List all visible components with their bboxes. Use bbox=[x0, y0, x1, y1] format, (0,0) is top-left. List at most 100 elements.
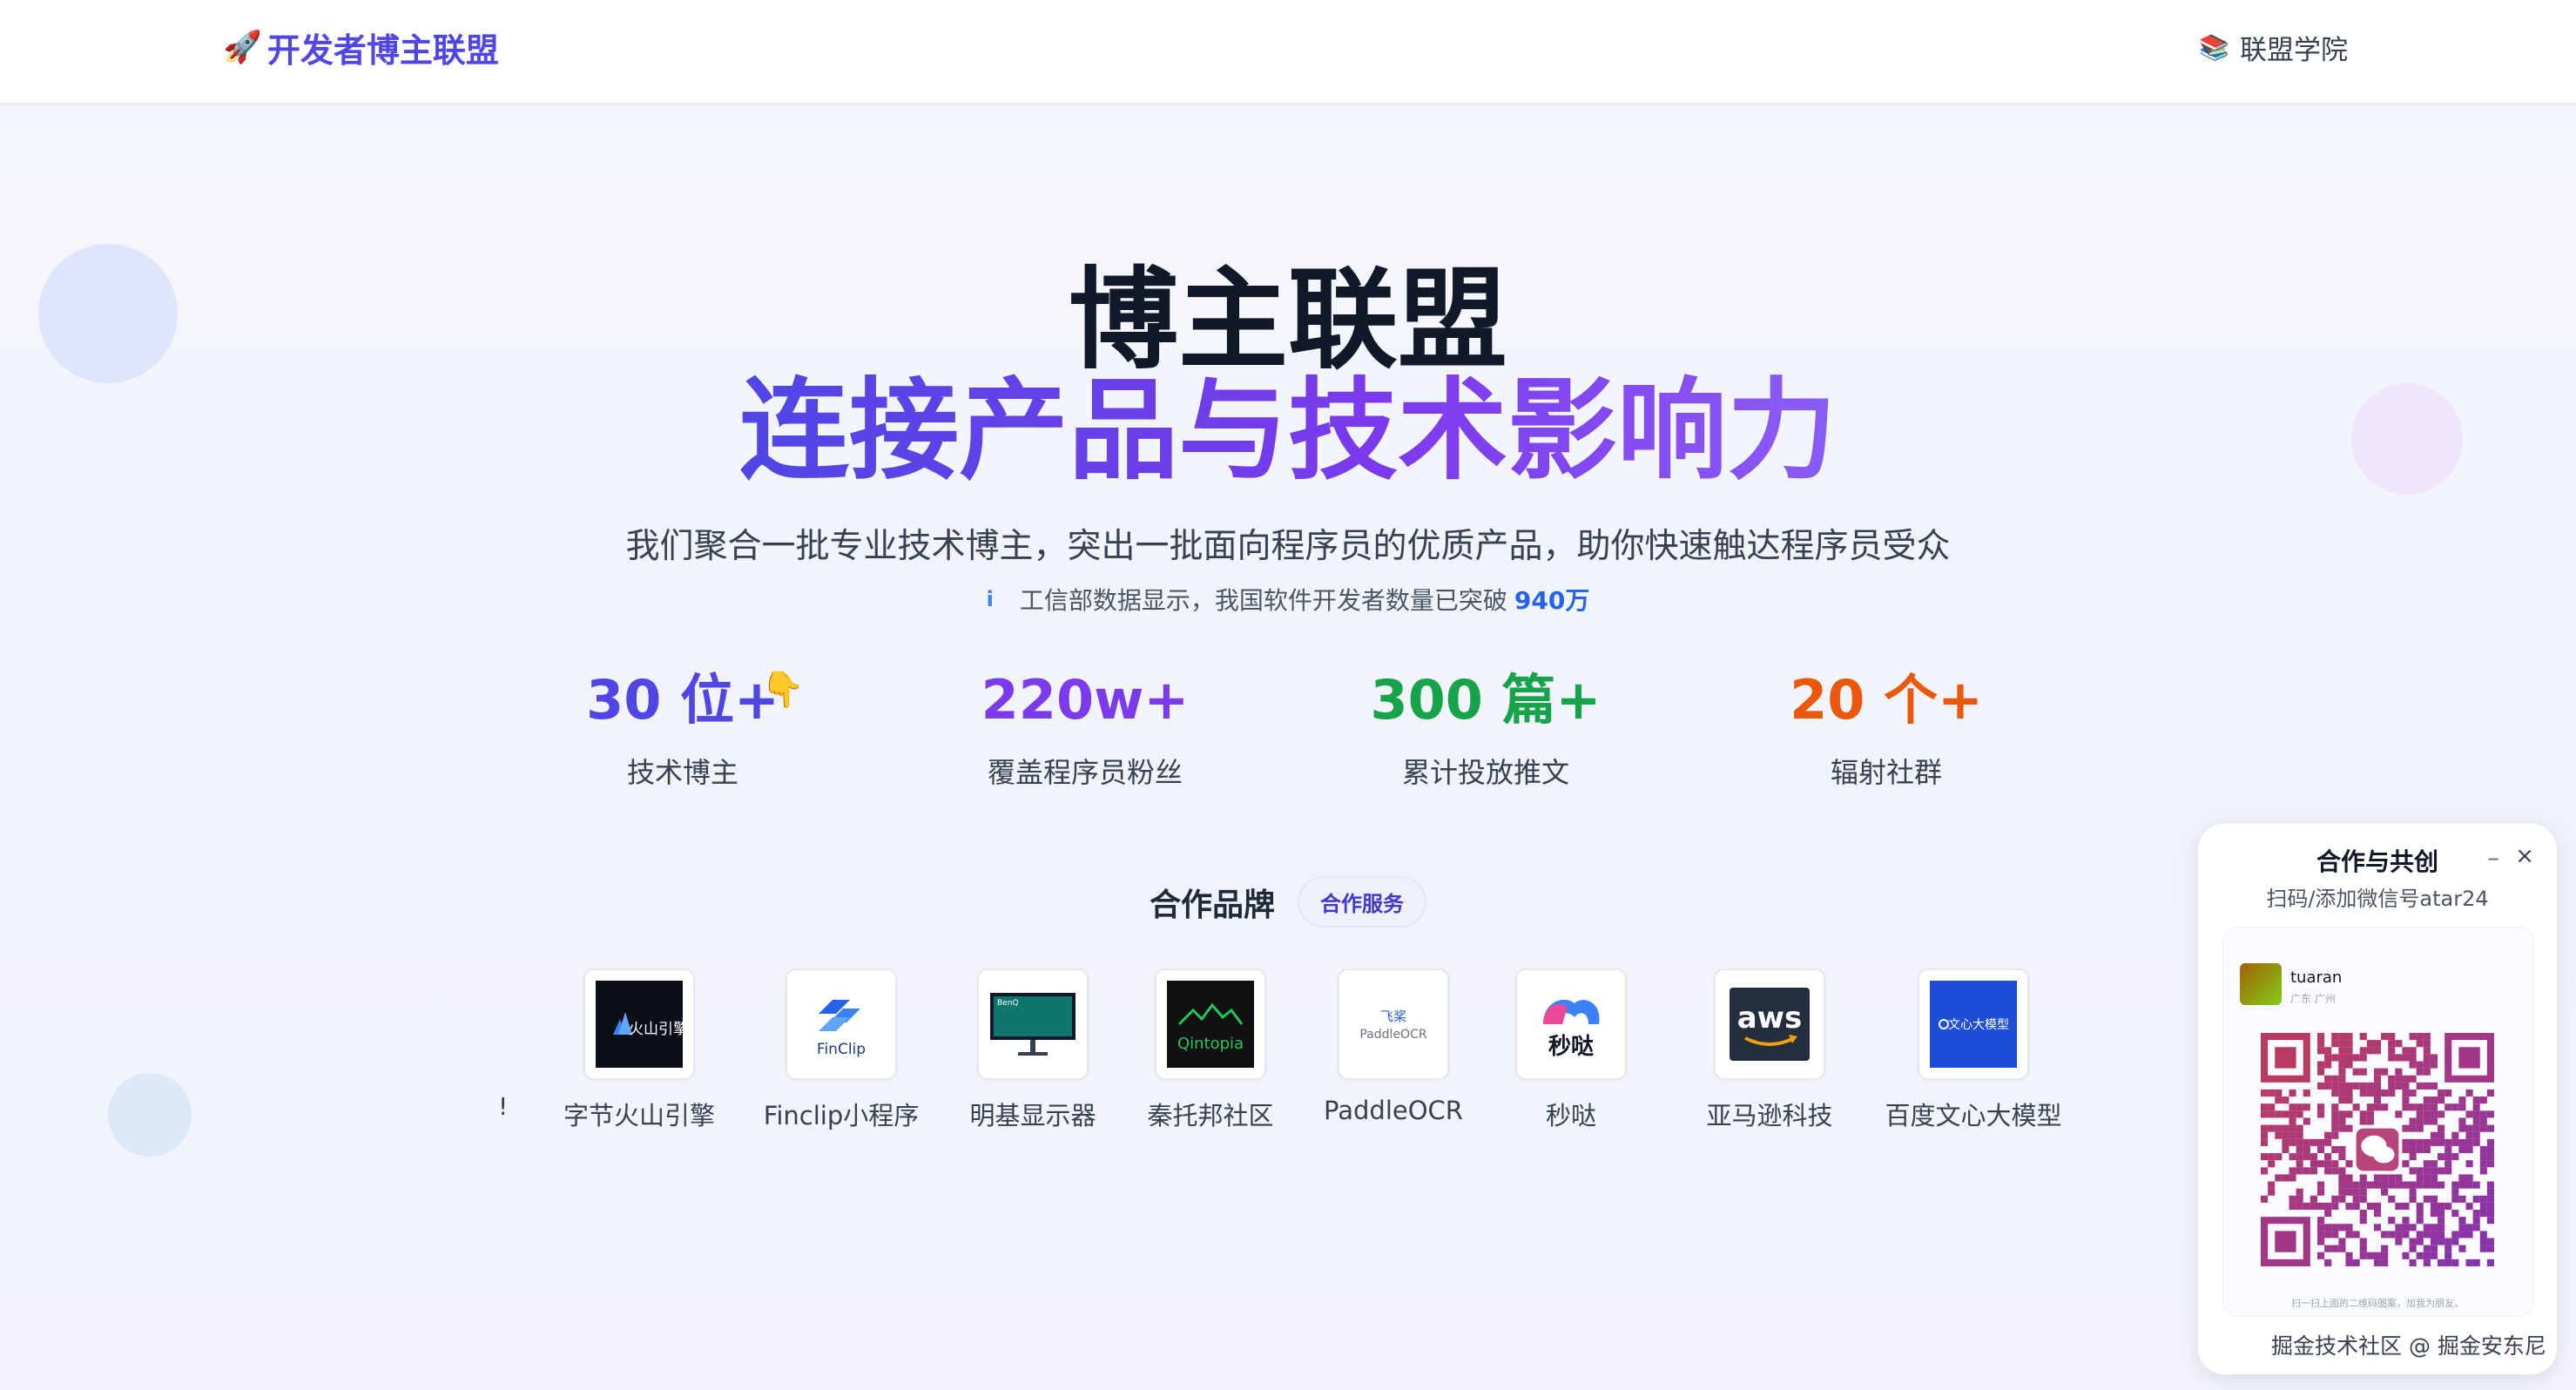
qr-module bbox=[2381, 1252, 2389, 1259]
qr-module bbox=[2458, 1217, 2466, 1225]
minimize-button[interactable]: – bbox=[2487, 843, 2499, 872]
qr-module bbox=[2416, 1202, 2424, 1211]
qr-module bbox=[2486, 1138, 2494, 1146]
qr-module bbox=[2338, 1195, 2346, 1203]
qr-module bbox=[2338, 1224, 2346, 1231]
qr-module bbox=[2430, 1238, 2438, 1245]
qr-module bbox=[2359, 1047, 2367, 1055]
brand-item[interactable]: Qintopia 秦托邦社区 bbox=[1106, 968, 1315, 1132]
qr-module bbox=[2345, 1040, 2353, 1048]
qr-module bbox=[2402, 1082, 2410, 1090]
qr-module bbox=[2345, 1110, 2353, 1118]
qr-module bbox=[2316, 1252, 2325, 1259]
qr-module bbox=[2316, 1145, 2325, 1154]
qr-module bbox=[2324, 1153, 2332, 1161]
qr-module bbox=[2331, 1033, 2339, 1041]
qr-module bbox=[2479, 1238, 2487, 1245]
qr-module bbox=[2345, 1252, 2353, 1259]
qr-module bbox=[2430, 1061, 2438, 1069]
qr-module bbox=[2373, 1181, 2382, 1189]
qr-module bbox=[2409, 1138, 2417, 1146]
brand-name: 字节火山引擎 bbox=[563, 1101, 715, 1130]
qr-module bbox=[2345, 1224, 2353, 1231]
qr-module bbox=[2451, 1138, 2459, 1146]
qr-module bbox=[2345, 1231, 2353, 1238]
academy-label: 联盟学院 bbox=[2240, 34, 2348, 66]
books-icon: 📚 bbox=[2199, 32, 2229, 62]
qr-module bbox=[2409, 1181, 2417, 1189]
qr-module bbox=[2472, 1110, 2480, 1118]
qr-module bbox=[2438, 1110, 2445, 1118]
qr-module bbox=[2409, 1238, 2417, 1245]
qr-module bbox=[2310, 1202, 2317, 1211]
qr-module bbox=[2366, 1040, 2374, 1048]
qr-module bbox=[2486, 1258, 2494, 1266]
qr-module bbox=[2395, 1068, 2403, 1076]
service-tag-button[interactable]: 合作服务 bbox=[1298, 876, 1426, 928]
qr-module bbox=[2423, 1033, 2431, 1041]
qr-module bbox=[2373, 1068, 2382, 1076]
qr-finder-inner bbox=[2275, 1231, 2296, 1252]
qr-module bbox=[2352, 1103, 2360, 1111]
qr-module bbox=[2296, 1153, 2303, 1161]
brand-name: 百度文心大模型 bbox=[1885, 1101, 2062, 1130]
qr-module bbox=[2388, 1174, 2396, 1182]
stat-label: 技术博主 bbox=[626, 756, 738, 789]
qr-module bbox=[2316, 1217, 2325, 1225]
qr-module bbox=[2395, 1040, 2403, 1048]
qr-module bbox=[2381, 1033, 2389, 1041]
qr-module bbox=[2479, 1117, 2487, 1125]
qr-module bbox=[2465, 1160, 2473, 1168]
qr-module bbox=[2316, 1138, 2325, 1146]
close-button[interactable]: × bbox=[2515, 843, 2534, 869]
qr-module bbox=[2402, 1096, 2410, 1104]
qr-module bbox=[2303, 1167, 2310, 1175]
qr-module bbox=[2282, 1138, 2289, 1146]
qr-module bbox=[2486, 1124, 2494, 1132]
qr-module bbox=[2338, 1124, 2346, 1132]
qr-module bbox=[2282, 1110, 2289, 1118]
site-brand-link[interactable]: 🚀 开发者博主联盟 bbox=[223, 23, 499, 71]
qr-module bbox=[2316, 1188, 2325, 1196]
wechat-bubble bbox=[2373, 1145, 2395, 1164]
brand-logo-text: aws bbox=[1737, 1001, 1803, 1036]
qr-module bbox=[2479, 1153, 2487, 1161]
qr-module bbox=[2303, 1089, 2310, 1097]
brand-item[interactable]: 火山引擎 字节火山引擎 bbox=[535, 968, 744, 1132]
qr-module bbox=[2409, 1167, 2417, 1175]
qr-module bbox=[2275, 1174, 2283, 1182]
qr-module bbox=[2486, 1202, 2494, 1211]
brand-item[interactable]: 文心大模型 百度文心大模型 bbox=[1869, 968, 2078, 1132]
qr-module bbox=[2445, 1138, 2452, 1146]
academy-link[interactable]: 📚 联盟学院 bbox=[2199, 24, 2348, 70]
qr-module bbox=[2331, 1224, 2339, 1231]
rocket-icon: 🚀 bbox=[223, 30, 262, 65]
qr-module bbox=[2438, 1224, 2445, 1231]
qr-scan-hint: 扫一扫上面的二维码图案，加我为朋友。 bbox=[2291, 1298, 2464, 1309]
avatar bbox=[2240, 963, 2282, 1005]
qr-module bbox=[2395, 1054, 2403, 1062]
qr-module bbox=[2416, 1138, 2424, 1146]
qr-module bbox=[2416, 1082, 2424, 1090]
qr-module bbox=[2416, 1110, 2424, 1118]
qr-module bbox=[2430, 1174, 2438, 1182]
qr-module bbox=[2331, 1195, 2339, 1203]
qr-module bbox=[2388, 1040, 2396, 1048]
qr-module bbox=[2402, 1138, 2410, 1146]
qr-module bbox=[2359, 1188, 2367, 1196]
qr-module bbox=[2289, 1138, 2296, 1146]
qr-module bbox=[2430, 1181, 2438, 1189]
qr-module bbox=[2486, 1153, 2494, 1161]
wechat-user-name: tuaran bbox=[2290, 968, 2343, 987]
qintopia-logo: Qintopia bbox=[1155, 968, 1266, 1080]
brand-item[interactable]: 秒哒 秒哒 bbox=[1467, 968, 1676, 1132]
qr-module bbox=[2479, 1167, 2487, 1175]
brand-item[interactable]: FinClip Finclip小程序 bbox=[737, 968, 946, 1132]
qr-module bbox=[2268, 1153, 2276, 1161]
partners-title: 合作品牌 bbox=[1149, 887, 1275, 923]
brand-item[interactable]: aws 亚马逊科技 bbox=[1665, 968, 1874, 1132]
qr-module bbox=[2381, 1181, 2389, 1189]
brand-logo-text: 火山引擎 bbox=[629, 1021, 683, 1038]
contact-popup: 合作与共创 – × 扫码/添加微信号atar24 tuaran 广东 广州 扫一… bbox=[2198, 824, 2557, 1374]
qr-module bbox=[2423, 1231, 2431, 1238]
